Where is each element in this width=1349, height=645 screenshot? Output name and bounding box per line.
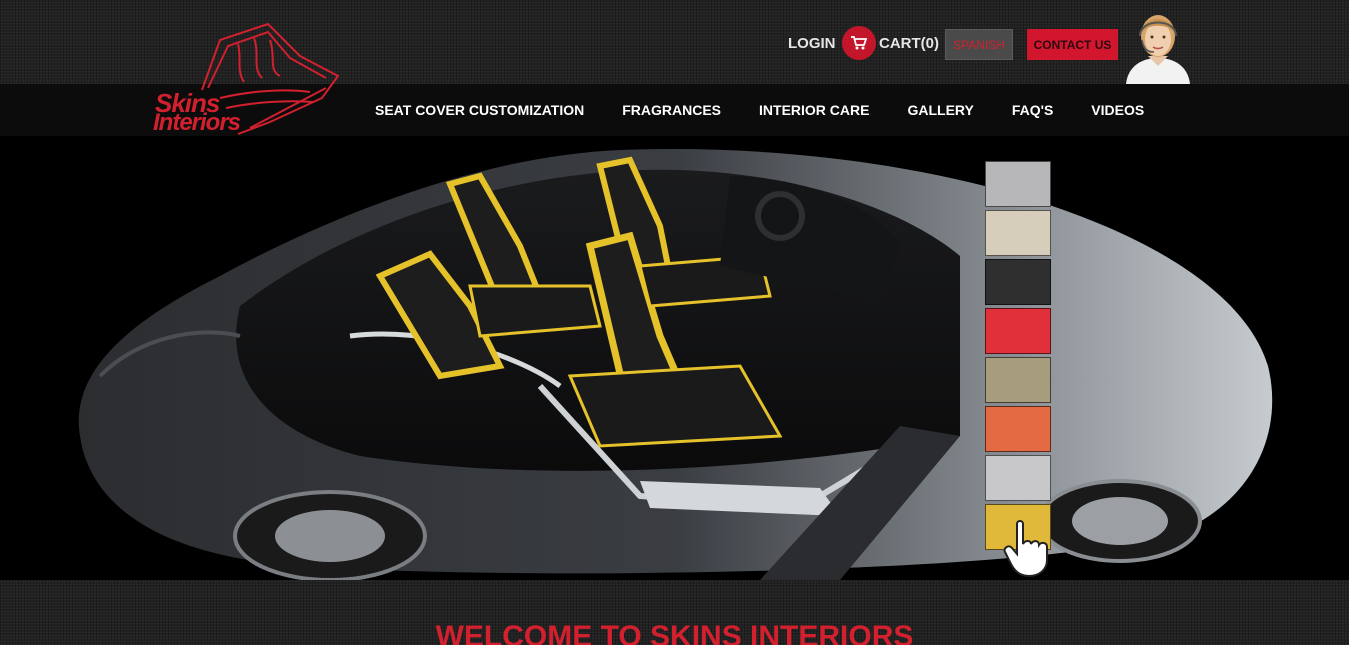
cart-link[interactable]: CART(0) (879, 35, 939, 52)
logo-text-interiors: Interiors (153, 109, 241, 136)
pointer-hand-icon (1003, 518, 1057, 578)
color-swatch-panel (985, 161, 1053, 553)
nav-faqs[interactable]: FAQ'S (1012, 102, 1053, 118)
swatch-tan[interactable] (985, 357, 1051, 403)
login-link[interactable]: LOGIN (788, 35, 836, 52)
swatch-orange[interactable] (985, 406, 1051, 452)
nav-seat-cover-customization[interactable]: SEAT COVER CUSTOMIZATION (375, 102, 584, 118)
cart-icon[interactable] (842, 26, 876, 60)
swatch-silver[interactable] (985, 161, 1051, 207)
spanish-button[interactable]: SPANISH (945, 29, 1013, 60)
main-nav: SEAT COVER CUSTOMIZATION FRAGRANCES INTE… (375, 102, 1182, 118)
nav-interior-care[interactable]: INTERIOR CARE (759, 102, 869, 118)
nav-fragrances[interactable]: FRAGRANCES (622, 102, 721, 118)
site-logo[interactable]: Skins Interiors (150, 18, 345, 136)
swatch-beige[interactable] (985, 210, 1051, 256)
swatch-light-gray[interactable] (985, 455, 1051, 501)
nav-videos[interactable]: VIDEOS (1091, 102, 1144, 118)
swatch-red[interactable] (985, 308, 1051, 354)
swatch-black[interactable] (985, 259, 1051, 305)
support-agent-image[interactable] (1118, 6, 1196, 84)
car-interior-image (78, 149, 1273, 580)
nav-gallery[interactable]: GALLERY (907, 102, 973, 118)
hero-banner (0, 136, 1349, 580)
welcome-heading: WELCOME TO SKINS INTERIORS (435, 620, 914, 645)
contact-us-button[interactable]: CONTACT US (1027, 29, 1118, 60)
